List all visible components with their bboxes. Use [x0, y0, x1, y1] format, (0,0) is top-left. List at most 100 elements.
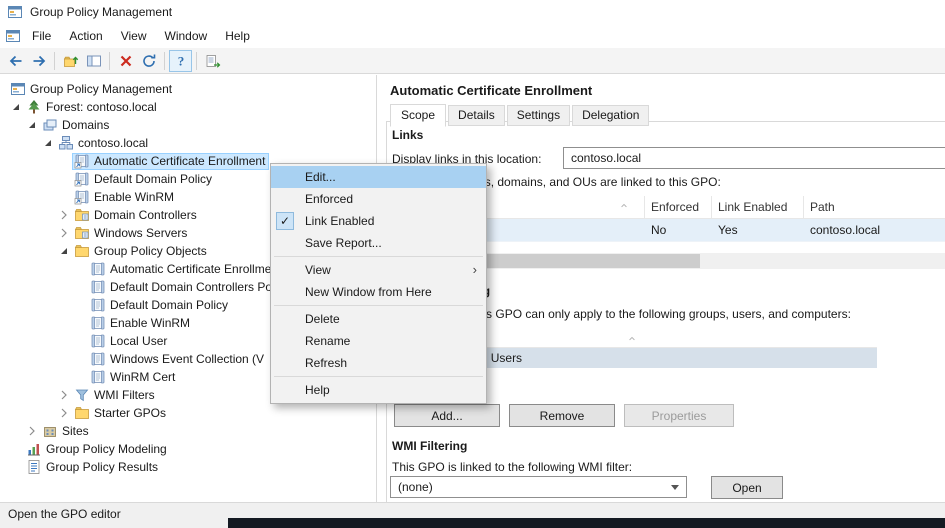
export-list-button[interactable] [201, 50, 224, 72]
menu-window[interactable]: Window [156, 26, 217, 46]
menu-view[interactable]: View [112, 26, 156, 46]
delete-icon [118, 53, 134, 69]
chevron-expanded-icon[interactable] [24, 117, 40, 133]
tree-expander [56, 171, 72, 187]
wmi-filter-value: (none) [398, 480, 433, 494]
tree-item-content: Group Policy Objects [72, 243, 211, 260]
tree-item-label: Windows Servers [94, 226, 187, 240]
tree-expander[interactable] [8, 99, 24, 115]
table-cell[interactable]: No [645, 219, 712, 241]
menu-item-save-report[interactable]: Save Report... [271, 232, 486, 254]
console-icon [10, 81, 26, 97]
menu-item-help[interactable]: Help [271, 379, 486, 401]
gpo-icon [90, 369, 106, 385]
tree-item[interactable]: Group Policy Management [0, 80, 376, 98]
back-icon [8, 53, 24, 69]
column-header-enforced[interactable]: Enforced [645, 196, 712, 218]
chevron-collapsed-icon[interactable] [24, 423, 40, 439]
wmi-filter-icon [74, 387, 90, 403]
toolbar-separator [54, 52, 55, 70]
wmi-filter-dropdown[interactable]: (none) [390, 476, 687, 498]
folder-icon [74, 243, 90, 259]
properties-button[interactable]: Properties [624, 404, 734, 427]
sites-icon [42, 423, 58, 439]
up-one-level-button[interactable] [59, 50, 82, 72]
forward-button[interactable] [27, 50, 50, 72]
table-cell[interactable]: contoso.local [804, 219, 945, 241]
tree-item-label: Domains [62, 118, 109, 132]
tree-expander [56, 189, 72, 205]
tree-item-label: Automatic Certificate Enrollment [94, 154, 265, 168]
refresh-button[interactable] [137, 50, 160, 72]
column-header-path[interactable]: Path [804, 196, 945, 218]
scrollbar-thumb[interactable] [460, 254, 700, 268]
tree-expander[interactable] [56, 387, 72, 403]
chevron-collapsed-icon[interactable] [56, 225, 72, 241]
menu-item-link-enabled[interactable]: Link Enabled✓ [271, 210, 486, 232]
back-button[interactable] [4, 50, 27, 72]
menu-item-delete[interactable]: Delete [271, 308, 486, 330]
tree-expander[interactable] [40, 135, 56, 151]
tree-item-label: Forest: contoso.local [46, 100, 157, 114]
tree-item-content: Windows Servers [72, 225, 191, 242]
tree-expander[interactable] [56, 225, 72, 241]
show-console-tree-icon [86, 53, 102, 69]
tree-item[interactable]: Group Policy Results [0, 458, 376, 476]
tab-settings[interactable]: Settings [507, 105, 570, 126]
links-heading: Links [392, 128, 423, 142]
tab-details[interactable]: Details [448, 105, 505, 126]
chevron-collapsed-icon[interactable] [56, 405, 72, 421]
remove-button[interactable]: Remove [509, 404, 615, 427]
menu-file[interactable]: File [23, 26, 60, 46]
tab-scope[interactable]: Scope [390, 104, 446, 127]
tree-expander[interactable] [56, 405, 72, 421]
toolbar: ? [0, 48, 945, 74]
tree-item-label: Local User [110, 334, 167, 348]
tree-item-content: Group Policy Results [24, 459, 162, 476]
menu-item-new-window-from-here[interactable]: New Window from Here [271, 281, 486, 303]
gpo-link-icon [74, 189, 90, 205]
tree-item-content: WMI Filters [72, 387, 159, 404]
tree-item[interactable]: Group Policy Modeling [0, 440, 376, 458]
menu-separator [274, 305, 483, 306]
show-console-tree-button[interactable] [82, 50, 105, 72]
delete-button[interactable] [114, 50, 137, 72]
tree-item[interactable]: Forest: contoso.local [0, 98, 376, 116]
chevron-expanded-icon[interactable] [8, 99, 24, 115]
chevron-collapsed-icon[interactable] [56, 207, 72, 223]
chevron-expanded-icon[interactable] [56, 243, 72, 259]
tree-expander[interactable] [56, 243, 72, 259]
forest-icon [26, 99, 42, 115]
column-header-link-enabled[interactable]: Link Enabled [712, 196, 804, 218]
tree-item[interactable]: Domains [0, 116, 376, 134]
submenu-arrow-icon: › [473, 262, 477, 277]
tab-delegation[interactable]: Delegation [572, 105, 649, 126]
tree-item-label: Group Policy Management [30, 82, 172, 96]
chevron-expanded-icon[interactable] [40, 135, 56, 151]
tree-expander[interactable] [24, 423, 40, 439]
tree-item-label: Group Policy Objects [94, 244, 207, 258]
menu-item-enforced[interactable]: Enforced [271, 188, 486, 210]
tree-item-label: Starter GPOs [94, 406, 166, 420]
tree-item[interactable]: contoso.local [0, 134, 376, 152]
taskbar-strip [228, 518, 945, 528]
menu-item-rename[interactable]: Rename [271, 330, 486, 352]
location-dropdown[interactable]: contoso.local [563, 147, 945, 169]
wmi-filtering-heading: WMI Filtering [392, 439, 467, 453]
menu-item-refresh[interactable]: Refresh [271, 352, 486, 374]
menu-action[interactable]: Action [60, 26, 111, 46]
tree-item-label: WMI Filters [94, 388, 155, 402]
chevron-collapsed-icon[interactable] [56, 387, 72, 403]
menu-item-edit[interactable]: Edit... [271, 166, 486, 188]
open-button[interactable]: Open [711, 476, 783, 499]
help-button[interactable]: ? [169, 50, 192, 72]
table-cell[interactable]: Yes [712, 219, 804, 241]
tree-item[interactable]: Starter GPOs [0, 404, 376, 422]
tree-expander[interactable] [56, 207, 72, 223]
menu-help[interactable]: Help [216, 26, 259, 46]
tree-expander[interactable] [24, 117, 40, 133]
menu-item-view[interactable]: View› [271, 259, 486, 281]
svg-text:?: ? [177, 53, 184, 68]
add-button[interactable]: Add... [394, 404, 500, 427]
tree-item[interactable]: Sites [0, 422, 376, 440]
